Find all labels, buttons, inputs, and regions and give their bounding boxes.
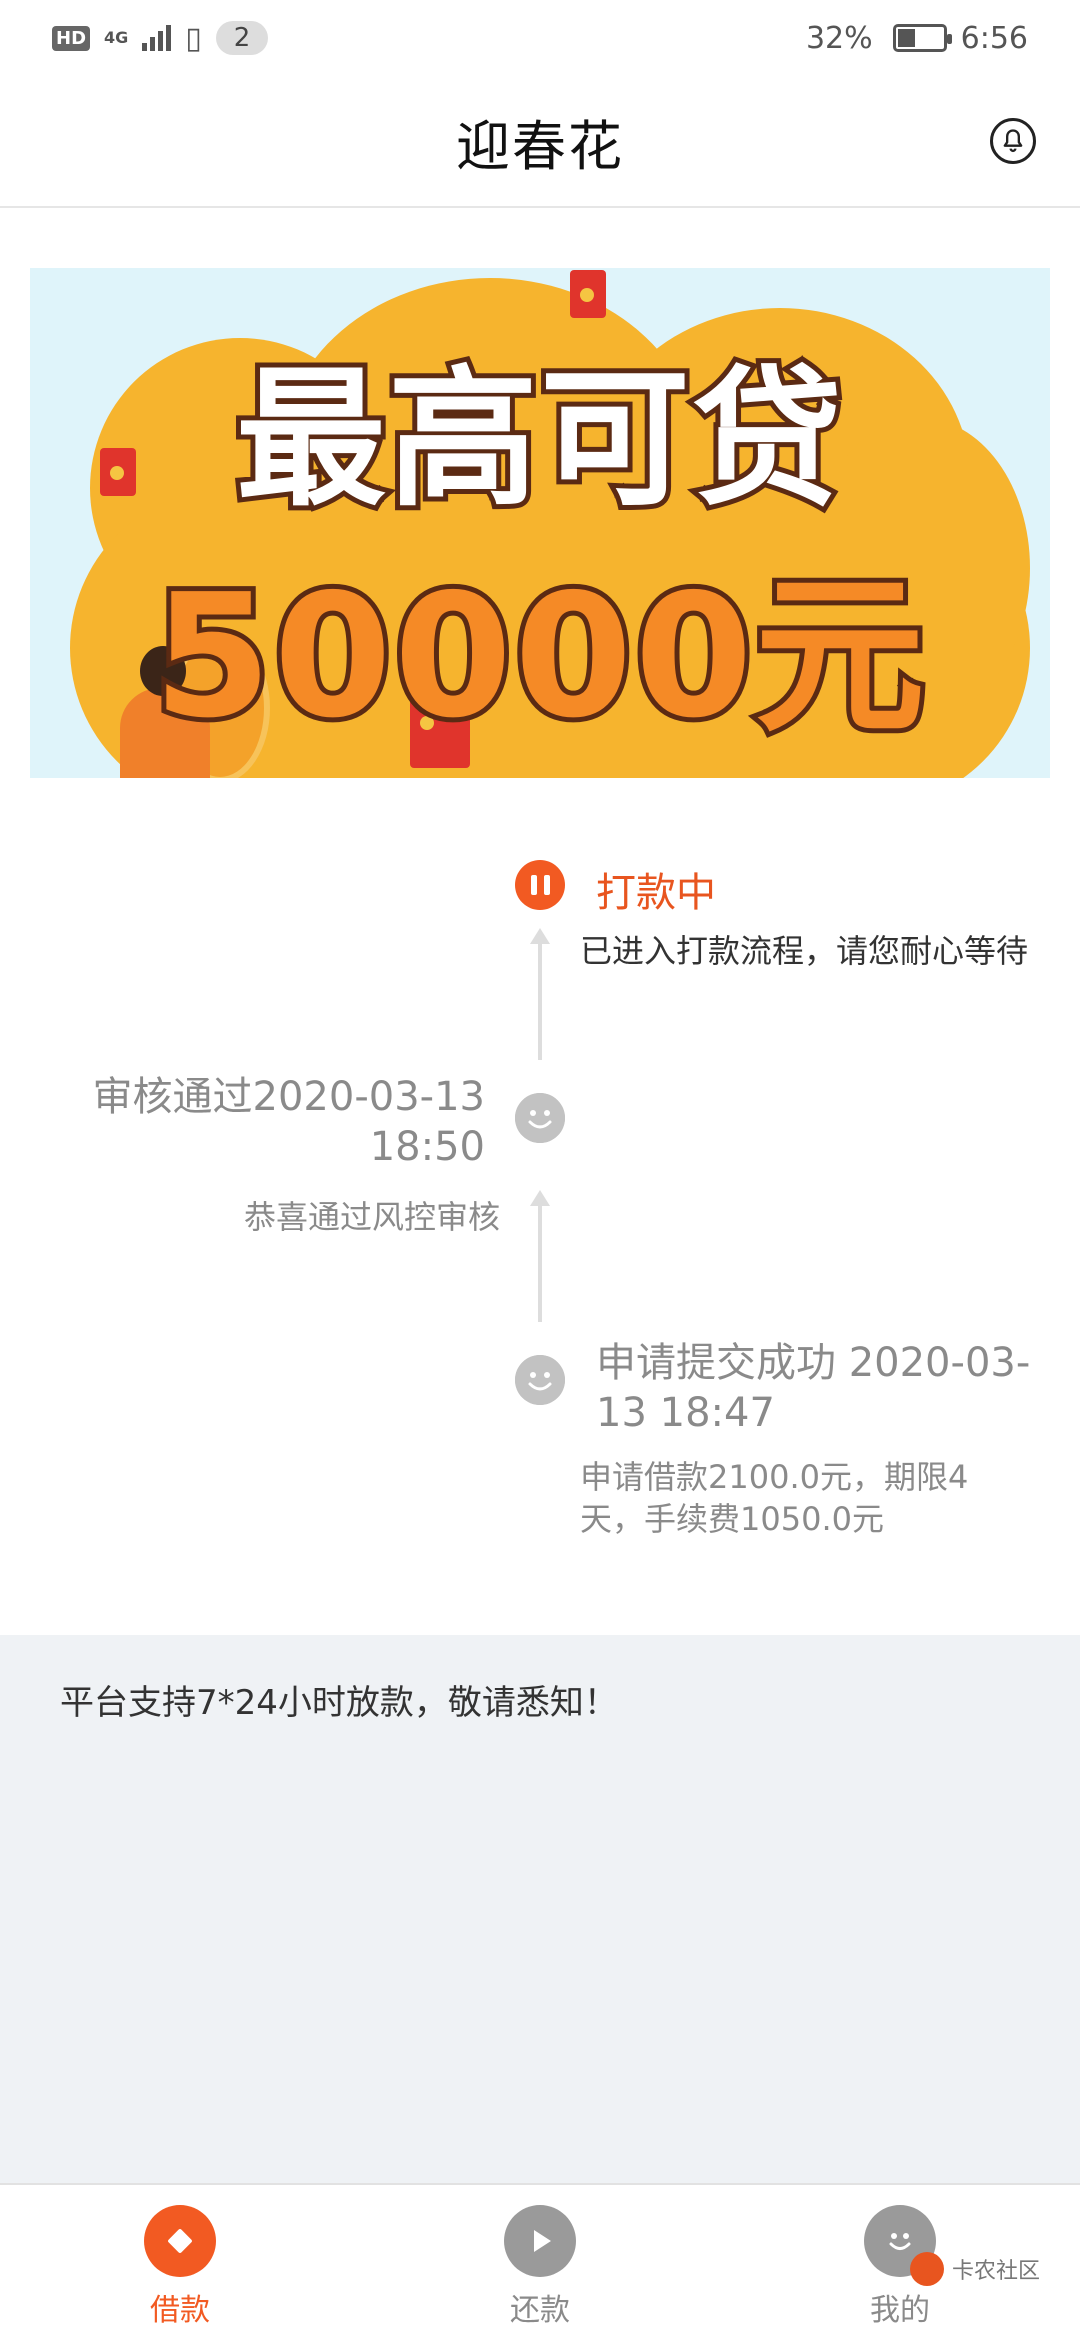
step-approved-desc: 恭喜通过风控审核: [243, 1198, 500, 1236]
status-bar: HD 4G ▯ 2 32% 6:56: [0, 0, 1080, 76]
step-paying-desc: 已进入打款流程，请您耐心等待: [580, 932, 1029, 970]
pause-icon: [515, 860, 565, 910]
step-submitted-title: 申请提交成功 2020-03-13 18:47: [596, 1340, 1031, 1436]
notice-panel: 平台支持7*24小时放款，敬请悉知！: [0, 1635, 1080, 2183]
notification-count-badge: 2: [215, 21, 269, 55]
battery-percent: 32%: [805, 20, 873, 56]
smiley-icon: [515, 1093, 565, 1143]
bell-icon[interactable]: [990, 118, 1036, 164]
watermark: 卡农社区: [909, 2252, 1040, 2286]
watermark-logo-icon: [909, 2252, 944, 2286]
step-approved-title: 审核通过2020-03-13 18:50: [92, 1074, 485, 1170]
step-submitted-desc: 申请借款2100.0元，期限4天，手续费1050.0元: [580, 1458, 969, 1538]
nav-label-repay: 还款: [510, 2293, 570, 2328]
status-left: HD 4G ▯ 2: [52, 20, 269, 56]
smiley-icon: [515, 1355, 565, 1405]
app-header: 迎春花: [0, 76, 1080, 208]
clock: 6:56: [960, 20, 1028, 56]
watermark-text: 卡农社区: [951, 2259, 1040, 2284]
banner-amount: 50000元: [148, 553, 929, 761]
play-icon: [504, 2205, 576, 2277]
page-title: 迎春花: [456, 114, 624, 178]
network-type: 4G: [104, 28, 129, 47]
nav-item-loan[interactable]: 借款: [0, 2185, 360, 2340]
nav-label-loan: 借款: [150, 2293, 210, 2328]
step-paying-title: 打款中: [596, 870, 716, 916]
timeline-connector: [538, 940, 542, 1060]
diamond-icon: [144, 2205, 216, 2277]
battery-icon: [892, 24, 952, 52]
bell-glyph: [1003, 129, 1023, 153]
timeline-connector: [538, 1202, 542, 1322]
signal-icon: [142, 25, 172, 51]
loan-status-timeline: 打款中 已进入打款流程，请您耐心等待 审核通过2020-03-13 18:50 …: [0, 830, 1080, 1630]
banner-headline: 最高可贷: [231, 348, 847, 532]
notice-text: 平台支持7*24小时放款，敬请悉知！: [60, 1683, 618, 1723]
promo-banner[interactable]: 最高可贷 50000元: [30, 268, 1050, 778]
nav-item-repay[interactable]: 还款: [360, 2185, 720, 2340]
vibrate-icon: ▯: [185, 20, 202, 56]
nav-label-mine: 我的: [870, 2293, 930, 2328]
hd-indicator: HD: [52, 25, 91, 51]
status-right: 32% 6:56: [806, 21, 1028, 56]
red-packet-decoration: [570, 270, 606, 318]
